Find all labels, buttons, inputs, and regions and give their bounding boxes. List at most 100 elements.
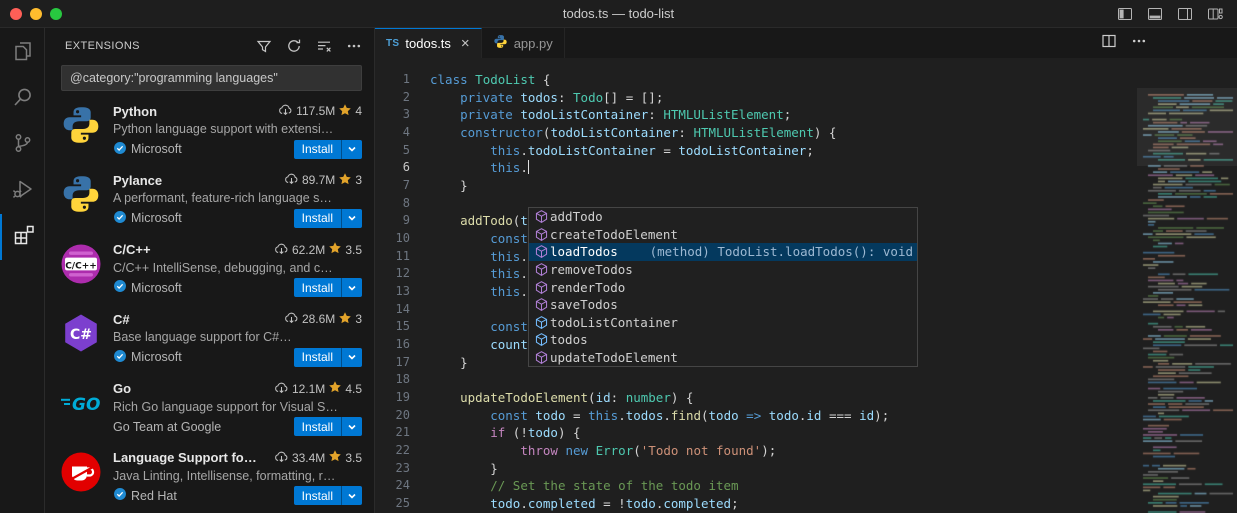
- install-dropdown-button[interactable]: [341, 348, 362, 367]
- activity-bar-item-extensions[interactable]: [0, 214, 44, 260]
- download-count: 33.4M: [292, 451, 325, 465]
- extensions-icon: [11, 223, 35, 252]
- code-line[interactable]: 20 const todo = this.todos.find(todo => …: [375, 407, 1237, 425]
- method-icon: [532, 297, 550, 312]
- extension-list-item[interactable]: GOGo12.1M4.5Rich Go language support for…: [45, 374, 374, 443]
- line-content: class TodoList {: [430, 71, 1237, 89]
- suggest-item-createTodoElement[interactable]: createTodoElement: [529, 226, 917, 244]
- install-dropdown-button[interactable]: [341, 140, 362, 159]
- extension-list-item[interactable]: C#C#28.6M3Base language support for C#…M…: [45, 304, 374, 373]
- suggest-item-todoListContainer[interactable]: todoListContainer: [529, 314, 917, 332]
- minimize-window-button[interactable]: [30, 8, 42, 20]
- install-button-label: Install: [294, 348, 341, 367]
- suggest-item-renderTodo[interactable]: renderTodo: [529, 278, 917, 296]
- verified-publisher-icon: [113, 349, 127, 366]
- tab-app-py[interactable]: app.py: [482, 28, 565, 58]
- code-line[interactable]: 3 private todoListContainer: HTMLUListEl…: [375, 106, 1237, 124]
- close-window-button[interactable]: [10, 8, 22, 20]
- title-bar: todos.ts — todo-list: [0, 0, 1237, 28]
- tab-label: todos.ts: [405, 36, 451, 51]
- code-line[interactable]: 7 }: [375, 177, 1237, 195]
- extension-publisher: Microsoft: [113, 349, 182, 366]
- svg-text:GO: GO: [72, 395, 100, 415]
- rating-star-icon: [338, 103, 352, 120]
- install-button[interactable]: Install: [294, 278, 362, 297]
- extension-stats: 28.6M3: [278, 310, 362, 328]
- code-line[interactable]: 19 updateTodoElement(id: number) {: [375, 389, 1237, 407]
- code-line[interactable]: 23 }: [375, 460, 1237, 478]
- extension-list-item[interactable]: Python117.5M4Python language support wit…: [45, 96, 374, 165]
- code-line[interactable]: 18: [375, 371, 1237, 389]
- rating-star-icon: [328, 380, 342, 397]
- line-number: 7: [375, 177, 430, 195]
- line-number: 20: [375, 407, 430, 425]
- filter-icon[interactable]: [254, 36, 274, 56]
- suggest-item-saveTodos[interactable]: saveTodos: [529, 296, 917, 314]
- install-dropdown-button[interactable]: [341, 209, 362, 228]
- install-button[interactable]: Install: [294, 209, 362, 228]
- download-count-icon: [274, 449, 289, 467]
- line-number: 3: [375, 106, 430, 124]
- minimap-slider[interactable]: [1137, 88, 1237, 166]
- code-line[interactable]: 2 private todos: Todo[] = [];: [375, 89, 1237, 107]
- toggle-panel-icon[interactable]: [1147, 6, 1163, 22]
- install-button-label: Install: [294, 209, 341, 228]
- line-number: 5: [375, 142, 430, 160]
- rating-star-icon: [328, 241, 342, 258]
- install-button[interactable]: Install: [294, 140, 362, 159]
- split-editor-icon[interactable]: [1101, 33, 1117, 54]
- minimap[interactable]: [1137, 88, 1237, 513]
- extension-list: Python117.5M4Python language support wit…: [45, 96, 374, 513]
- code-line[interactable]: 25 todo.completed = !todo.completed;: [375, 495, 1237, 513]
- extension-list-item[interactable]: Pylance89.7M3A performant, feature-rich …: [45, 165, 374, 234]
- activity-bar-item-search[interactable]: [0, 76, 44, 122]
- code-editor[interactable]: 1class TodoList {2 private todos: Todo[]…: [375, 58, 1237, 513]
- code-line[interactable]: 5 this.todoListContainer = todoListConta…: [375, 142, 1237, 160]
- suggest-item-label: removeTodos: [550, 262, 633, 277]
- install-dropdown-button[interactable]: [341, 278, 362, 297]
- suggest-item-removeTodos[interactable]: removeTodos: [529, 261, 917, 279]
- suggest-item-loadTodos[interactable]: loadTodos(method) TodoList.loadTodos(): …: [529, 243, 917, 261]
- extension-list-item[interactable]: Language Support fo…33.4M3.5Java Linting…: [45, 443, 374, 512]
- suggest-item-todos[interactable]: todos: [529, 331, 917, 349]
- customize-layout-icon[interactable]: [1207, 6, 1223, 22]
- code-line[interactable]: 21 if (!todo) {: [375, 424, 1237, 442]
- code-line[interactable]: 24 // Set the state of the todo item: [375, 477, 1237, 495]
- toggle-secondary-sidebar-icon[interactable]: [1177, 6, 1193, 22]
- refresh-icon[interactable]: [284, 36, 304, 56]
- line-content: private todos: Todo[] = [];: [430, 89, 1237, 107]
- extension-publisher: Microsoft: [113, 279, 182, 296]
- activity-bar-item-run-debug[interactable]: [0, 168, 44, 214]
- line-content: }: [430, 460, 1237, 478]
- more-actions-icon[interactable]: [344, 36, 364, 56]
- toggle-primary-sidebar-icon[interactable]: [1117, 6, 1133, 22]
- extension-search-input[interactable]: [61, 65, 362, 91]
- code-line[interactable]: 1class TodoList {: [375, 71, 1237, 89]
- install-button[interactable]: Install: [294, 486, 362, 505]
- zoom-window-button[interactable]: [50, 8, 62, 20]
- rating-value: 3.5: [345, 451, 362, 465]
- install-dropdown-button[interactable]: [341, 486, 362, 505]
- install-button[interactable]: Install: [294, 348, 362, 367]
- activity-bar-item-source-control[interactable]: [0, 122, 44, 168]
- close-tab-icon[interactable]: ×: [461, 36, 470, 51]
- code-line[interactable]: 4 constructor(todoListContainer: HTMLULi…: [375, 124, 1237, 142]
- tab-todos-ts[interactable]: TStodos.ts×: [375, 28, 482, 58]
- suggest-item-addTodo[interactable]: addTodo: [529, 208, 917, 226]
- activity-bar-item-explorer[interactable]: [0, 30, 44, 76]
- extension-list-item[interactable]: C/C++C/C++62.2M3.5C/C++ IntelliSense, de…: [45, 235, 374, 304]
- window-controls: [0, 8, 70, 20]
- install-button[interactable]: Install: [294, 417, 362, 436]
- suggest-item-label: saveTodos: [550, 297, 618, 312]
- install-dropdown-button[interactable]: [341, 417, 362, 436]
- code-line[interactable]: 6 this.: [375, 159, 1237, 177]
- suggest-item-updateTodoElement[interactable]: updateTodoElement: [529, 349, 917, 367]
- more-actions-icon[interactable]: [1131, 33, 1147, 54]
- rating-value: 3.5: [345, 243, 362, 257]
- clear-search-results-icon[interactable]: [314, 36, 334, 56]
- suggest-item-label: loadTodos: [550, 244, 618, 259]
- line-number: 25: [375, 495, 430, 513]
- code-line[interactable]: 22 throw new Error('Todo not found');: [375, 442, 1237, 460]
- verified-publisher-icon: [113, 210, 127, 227]
- activity-bar: [0, 28, 45, 513]
